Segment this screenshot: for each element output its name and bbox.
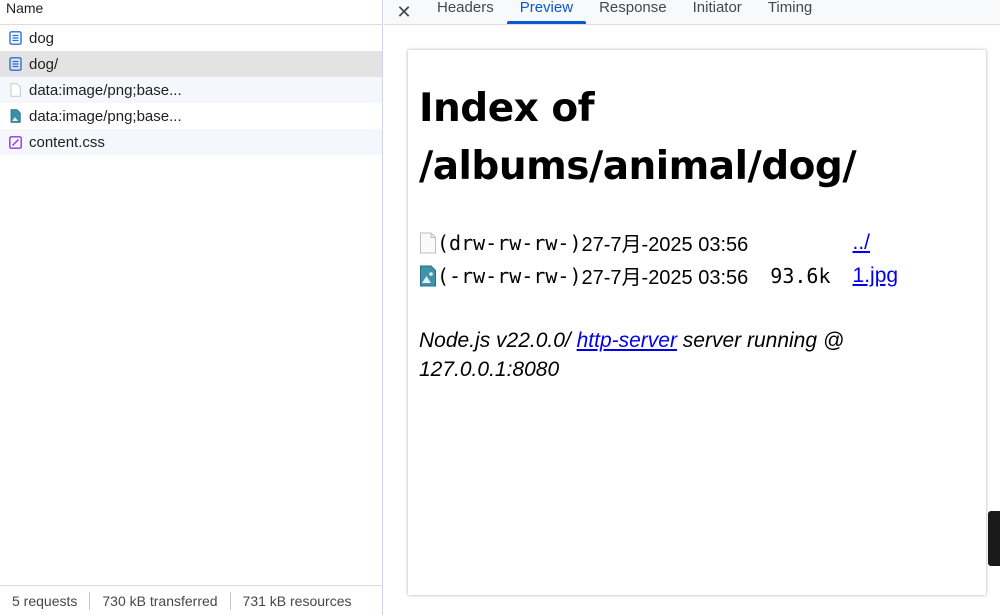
server-address: 127.0.0.1:8080 (419, 358, 560, 381)
title-line-1: Index of (419, 86, 595, 131)
blank-file-icon (419, 232, 437, 254)
blank-file-icon (8, 83, 22, 97)
request-row-dog-slash[interactable]: dog/ (0, 51, 382, 77)
preview-frame: Index of /albums/animal/dog/ (drw-rw-rw-… (408, 50, 986, 595)
scrollbar-handle[interactable] (988, 511, 1000, 566)
close-icon[interactable]: ✕ (384, 2, 424, 22)
request-row-data-image-1[interactable]: data:image/png;base... (0, 77, 382, 103)
page-title: Index of /albums/animal/dog/ (419, 80, 974, 196)
tab-initiator[interactable]: Initiator (680, 0, 755, 24)
directory-listing: (drw-rw-rw-) 27-7月-2025 03:56 ../ (-rw-r… (419, 226, 898, 292)
footer-text-pre: Node.js v22.0.0/ (419, 329, 577, 352)
tab-timing[interactable]: Timing (755, 0, 825, 24)
title-line-2: /albums/animal/dog/ (419, 144, 857, 189)
document-icon (8, 31, 22, 45)
tab-preview[interactable]: Preview (506, 0, 587, 24)
request-row-data-image-2[interactable]: data:image/png;base... (0, 103, 382, 129)
image-file-icon (8, 109, 22, 123)
request-name: dog/ (29, 55, 59, 73)
document-icon (8, 57, 22, 71)
network-request-panel: Name dog dog/ data:image/png;base... dat… (0, 0, 383, 615)
file-size (748, 226, 852, 259)
transferred-size: 730 kB transferred (90, 591, 231, 610)
modified-date: 27-7月-2025 03:56 (581, 234, 749, 256)
stylesheet-icon (8, 135, 22, 149)
image-file-icon (419, 265, 437, 287)
tab-headers[interactable]: Headers (424, 0, 507, 24)
request-row-dog[interactable]: dog (0, 25, 382, 51)
request-name: content.css (29, 133, 105, 151)
requests-count: 5 requests (0, 591, 91, 610)
request-name: data:image/png;base... (29, 81, 182, 99)
request-row-content-css[interactable]: content.css (0, 129, 382, 155)
tab-response[interactable]: Response (586, 0, 680, 24)
listing-row: (-rw-rw-rw-) 27-7月-2025 03:56 93.6k 1.jp… (419, 259, 898, 292)
footer-text-post: server running @ (676, 329, 845, 352)
file-link-1-jpg[interactable]: 1.jpg (853, 264, 899, 287)
file-size: 93.6k (770, 263, 831, 288)
listing-row: (drw-rw-rw-) 27-7月-2025 03:56 ../ (419, 226, 898, 259)
request-name: data:image/png;base... (29, 107, 182, 125)
http-server-link[interactable]: http-server (577, 329, 677, 352)
resources-size: 731 kB resources (242, 592, 352, 609)
name-column-header[interactable]: Name (0, 0, 382, 25)
network-status-bar: 5 requests 730 kB transferred 731 kB res… (0, 585, 382, 615)
detail-tab-bar: ✕ Headers Preview Response Initiator Tim… (384, 0, 1000, 25)
request-name: dog (29, 29, 55, 47)
server-footer: Node.js v22.0.0/ http-server server runn… (419, 326, 974, 384)
request-detail-panel: ✕ Headers Preview Response Initiator Tim… (384, 0, 1000, 615)
request-list: dog dog/ data:image/png;base... data:ima… (0, 25, 382, 155)
permissions: (drw-rw-rw-) (437, 230, 582, 255)
parent-directory-link[interactable]: ../ (853, 231, 871, 254)
modified-date: 27-7月-2025 03:56 (581, 267, 749, 289)
permissions: (-rw-rw-rw-) (437, 263, 582, 288)
